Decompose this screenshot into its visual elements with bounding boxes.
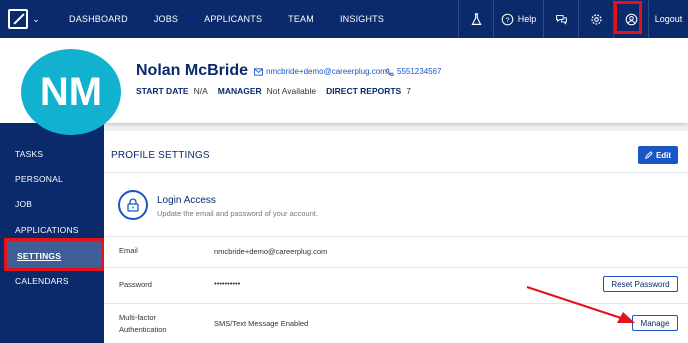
manager-label: MANAGER xyxy=(217,86,262,96)
profile-email: nmcbride+demo@careerplug.com xyxy=(266,67,387,76)
login-access-icon xyxy=(118,190,148,220)
svg-text:?: ? xyxy=(505,15,509,24)
top-nav: ⌄ DASHBOARD JOBS APPLICANTS TEAM INSIGHT… xyxy=(0,0,688,38)
divider xyxy=(104,236,688,237)
edit-button[interactable]: Edit xyxy=(638,146,678,164)
messages-button[interactable] xyxy=(543,0,578,38)
settings-panel xyxy=(104,131,688,343)
logout-button[interactable]: Logout xyxy=(648,0,688,38)
nav-right: ? Help Logout xyxy=(458,0,688,38)
avatar: NM xyxy=(21,49,121,135)
password-value: •••••••••• xyxy=(214,279,241,288)
profile-highlight xyxy=(614,1,642,34)
nav-dashboard[interactable]: DASHBOARD xyxy=(69,14,141,24)
divider xyxy=(104,303,688,304)
profile-email-link[interactable]: nmcbride+demo@careerplug.com xyxy=(254,67,387,76)
profile-phone: 5551234567 xyxy=(397,67,442,76)
gear-icon xyxy=(590,13,602,25)
sidebar-item-calendars[interactable]: CALENDARS xyxy=(15,276,69,286)
email-value: nmcbride+demo@careerplug.com xyxy=(214,247,328,256)
direct-reports-value: 7 xyxy=(406,86,411,96)
help-label: Help xyxy=(517,14,537,24)
nav-links: DASHBOARD JOBS APPLICANTS TEAM INSIGHTS xyxy=(69,0,410,38)
phone-icon xyxy=(386,67,394,76)
profile-phone-link[interactable]: 5551234567 xyxy=(386,67,442,76)
manager-value: Not Available xyxy=(266,86,317,96)
nav-team[interactable]: TEAM xyxy=(288,14,327,24)
sidebar-item-personal[interactable]: PERSONAL xyxy=(15,174,63,184)
help-button[interactable]: ? Help xyxy=(493,0,543,38)
sidebar-item-job[interactable]: JOB xyxy=(15,199,32,209)
divider xyxy=(104,172,688,173)
nav-jobs[interactable]: JOBS xyxy=(154,14,191,24)
profile-name: Nolan McBride xyxy=(136,62,249,79)
start-date-value: N/A xyxy=(193,86,208,96)
settings-highlight xyxy=(4,238,105,271)
edit-label: Edit xyxy=(655,150,672,160)
sidebar-item-tasks[interactable]: TASKS xyxy=(15,149,43,159)
settings-button[interactable] xyxy=(578,0,613,38)
flask-icon xyxy=(471,12,481,25)
reset-password-button[interactable]: Reset Password xyxy=(603,276,678,292)
page-title: PROFILE SETTINGS xyxy=(111,150,210,161)
chat-icon xyxy=(555,14,567,25)
pencil-icon xyxy=(645,151,653,159)
mfa-label: Multi-factor Authentication xyxy=(119,312,167,336)
profile-meta: START DATE N/A MANAGER Not Available DIR… xyxy=(136,86,411,96)
mail-icon xyxy=(254,67,263,76)
login-access-title: Login Access xyxy=(157,195,216,206)
email-label: Email xyxy=(119,246,138,255)
manage-button[interactable]: Manage xyxy=(632,315,678,331)
mfa-label-line1: Multi-factor xyxy=(119,313,157,322)
chevron-down-icon: ⌄ xyxy=(32,13,40,24)
nav-applicants[interactable]: APPLICANTS xyxy=(204,14,275,24)
help-icon: ? xyxy=(501,13,514,25)
sidebar-item-applications[interactable]: APPLICATIONS xyxy=(15,225,79,235)
nav-insights[interactable]: INSIGHTS xyxy=(340,14,397,24)
mfa-value: SMS/Text Message Enabled xyxy=(214,319,309,328)
divider xyxy=(104,267,688,268)
direct-reports-label: DIRECT REPORTS xyxy=(326,86,402,96)
start-date-label: START DATE xyxy=(136,86,189,96)
lock-icon xyxy=(127,198,139,212)
login-access-subtitle: Update the email and password of your ac… xyxy=(157,209,318,218)
logo-icon xyxy=(8,9,29,29)
labs-button[interactable] xyxy=(458,0,493,38)
logo-menu[interactable]: ⌄ xyxy=(0,0,48,38)
mfa-label-line2: Authentication xyxy=(119,325,167,334)
password-label: Password xyxy=(119,280,152,289)
